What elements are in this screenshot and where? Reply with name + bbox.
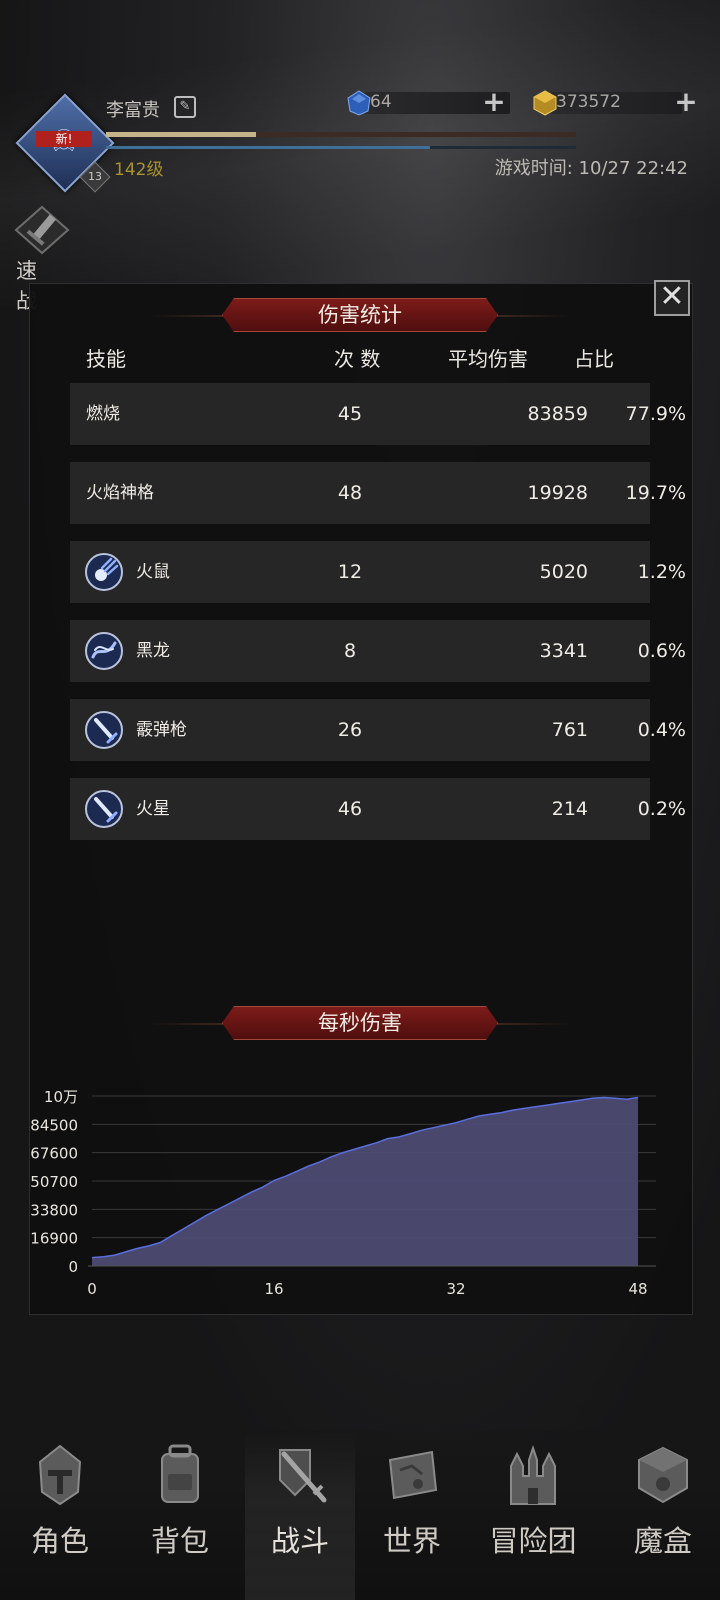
scroll-map-icon	[388, 1450, 438, 1500]
skill-count: 26	[337, 719, 363, 741]
crossed-swords-icon	[279, 1449, 327, 1503]
sword-skill-icon	[85, 790, 123, 828]
skill-count: 48	[337, 482, 363, 504]
skill-name: 霰弹枪	[136, 720, 187, 740]
dragon-skill-icon	[85, 632, 123, 670]
dps-chart-svg: 0 16900 33800 50700 67600 84500 10万 0 16 32 48	[30, 1090, 656, 1298]
secondary-bar	[106, 146, 576, 149]
dps-banner: 每秒伤害	[150, 1004, 570, 1044]
y-tick-label: 50700	[30, 1173, 78, 1191]
exp-bar-fill	[106, 132, 257, 137]
damage-stats-banner: 伤害统计	[150, 296, 570, 336]
y-tick-label: 84500	[30, 1116, 78, 1134]
nav-label: 背包	[150, 1524, 209, 1558]
nav-label: 世界	[382, 1524, 441, 1558]
skill-name: 火焰神格	[86, 483, 154, 503]
y-tick-label: 10万	[44, 1090, 78, 1106]
skill-name: 火鼠	[136, 562, 170, 582]
header-skill: 技能	[86, 347, 126, 371]
header-count: 次 数	[334, 347, 381, 371]
x-tick-label: 32	[446, 1280, 465, 1298]
y-tick-label: 16900	[30, 1230, 78, 1248]
skill-ratio: 0.4%	[637, 719, 686, 741]
quick-fight-sword-icon	[14, 205, 70, 255]
close-button[interactable]: ✕	[654, 280, 690, 316]
add-gold-button[interactable]: +	[674, 88, 698, 116]
x-tick-label: 48	[628, 1280, 647, 1298]
nav-label: 角色	[30, 1524, 89, 1558]
new-badge: 新!	[36, 131, 92, 147]
add-gems-button[interactable]: +	[482, 88, 506, 116]
skill-name: 黑龙	[136, 641, 170, 661]
game-time: 游戏时间: 10/27 22:42	[494, 158, 688, 179]
helmet-icon	[38, 1444, 82, 1506]
skill-ratio: 0.6%	[637, 640, 686, 662]
gem-currency: 64 +	[346, 88, 514, 116]
skill-count: 45	[337, 403, 363, 425]
gem-count: 64	[370, 92, 392, 112]
nav-magic-box[interactable]: 魔盒	[608, 1430, 718, 1600]
skill-ratio: 77.9%	[625, 403, 686, 425]
skill-row-black-dragon: 黑龙 8 3341 0.6%	[70, 620, 686, 682]
player-avatar[interactable]: ☠ 新! 13	[15, 93, 115, 193]
skill-row-flame-divinity: 火焰神格 48 19928 19.7%	[70, 462, 686, 524]
bottom-nav: 角色 背包 战斗 世界 冒险团 魔盒	[0, 1430, 720, 1600]
skill-ratio: 0.2%	[637, 798, 686, 820]
nav-character[interactable]: 角色	[5, 1430, 115, 1600]
skill-name: 燃烧	[86, 404, 120, 424]
player-level: 142级	[114, 160, 164, 180]
quick-fight-button[interactable]: 速 战	[10, 205, 76, 313]
nav-backpack[interactable]: 背包	[125, 1430, 235, 1600]
header-ratio: 占比	[574, 347, 614, 371]
damage-stats-title: 伤害统计	[318, 303, 402, 327]
header-avg-damage: 平均伤害	[448, 347, 528, 371]
y-tick-label: 33800	[30, 1201, 78, 1219]
skill-row-shotgun: 霰弹枪 26 761 0.4%	[70, 699, 686, 761]
nav-label: 魔盒	[633, 1524, 692, 1558]
rank-badge: 13	[79, 161, 111, 193]
blue-gem-icon	[347, 90, 371, 116]
skill-row-fire-rat: 火鼠 12 5020 1.2%	[70, 541, 686, 603]
skill-count: 46	[337, 798, 363, 820]
comet-skill-icon	[85, 553, 123, 591]
backpack-icon	[161, 1444, 199, 1503]
nav-label: 战斗	[270, 1524, 329, 1558]
skill-row-burning: 燃烧 45 83859 77.9%	[70, 383, 686, 445]
rank-value: 13	[88, 170, 102, 183]
nav-battle[interactable]: 战斗	[245, 1430, 355, 1600]
x-tick-label: 0	[87, 1280, 97, 1298]
sword-skill-icon	[85, 711, 123, 749]
dps-title: 每秒伤害	[318, 1011, 402, 1035]
dps-chart: 0 16900 33800 50700 67600 84500 10万 0 16 32 48	[30, 1090, 690, 1330]
skill-row-spark: 火星 46 214 0.2%	[70, 778, 686, 840]
dps-area	[92, 1097, 638, 1266]
nav-adventure-group[interactable]: 冒险团	[478, 1430, 588, 1600]
exp-bar	[106, 132, 576, 137]
y-tick-label: 67600	[30, 1145, 78, 1163]
nav-world[interactable]: 世界	[357, 1430, 467, 1600]
player-name: 李富贵	[106, 100, 160, 121]
skill-count: 8	[343, 640, 357, 662]
gold-count: 373572	[556, 92, 621, 112]
skill-name: 火星	[136, 799, 170, 819]
gold-cube-icon	[533, 90, 557, 116]
magic-box-icon	[638, 1446, 688, 1504]
edit-name-icon[interactable]: ✎	[174, 96, 196, 118]
secondary-bar-fill	[106, 146, 431, 149]
x-tick-label: 16	[264, 1280, 283, 1298]
skill-count: 12	[337, 561, 363, 583]
gold-currency: 373572 +	[532, 88, 702, 116]
castle-icon	[510, 1444, 556, 1505]
y-tick-label: 0	[68, 1258, 78, 1276]
skill-ratio: 1.2%	[637, 561, 686, 583]
nav-label: 冒险团	[489, 1524, 577, 1558]
skill-ratio: 19.7%	[625, 482, 686, 504]
